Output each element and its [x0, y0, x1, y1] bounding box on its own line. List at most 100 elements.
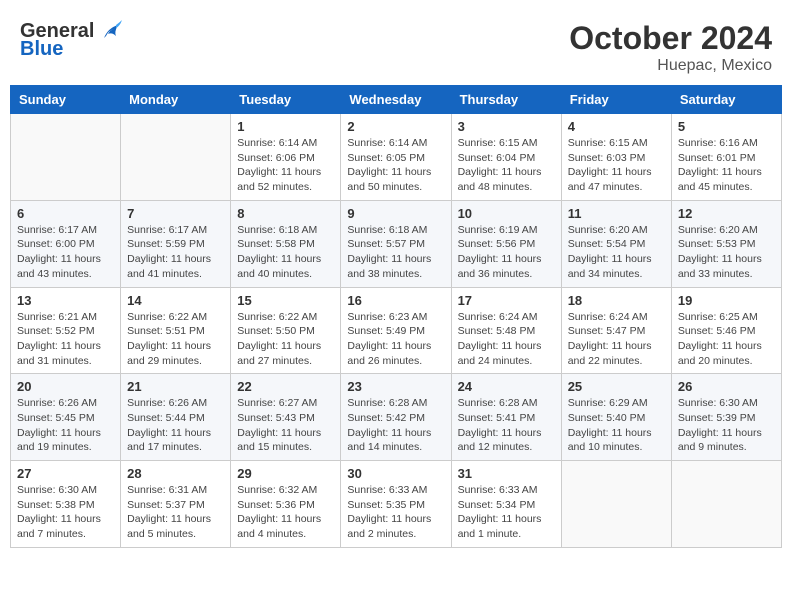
calendar-day-16: 16 Sunrise: 6:23 AM Sunset: 5:49 PM Dayli…: [341, 287, 451, 374]
calendar-day-18: 18 Sunrise: 6:24 AM Sunset: 5:47 PM Dayli…: [561, 287, 671, 374]
day-number: 24: [458, 379, 555, 394]
calendar-day-25: 25 Sunrise: 6:29 AM Sunset: 5:40 PM Dayli…: [561, 374, 671, 461]
calendar-day-3: 3 Sunrise: 6:15 AM Sunset: 6:04 PM Daylig…: [451, 114, 561, 201]
calendar-day-21: 21 Sunrise: 6:26 AM Sunset: 5:44 PM Dayli…: [121, 374, 231, 461]
day-info: Sunrise: 6:18 AM Sunset: 5:58 PM Dayligh…: [237, 223, 334, 282]
day-number: 7: [127, 206, 224, 221]
calendar-day-15: 15 Sunrise: 6:22 AM Sunset: 5:50 PM Dayli…: [231, 287, 341, 374]
day-info: Sunrise: 6:23 AM Sunset: 5:49 PM Dayligh…: [347, 310, 444, 369]
day-info: Sunrise: 6:14 AM Sunset: 6:05 PM Dayligh…: [347, 136, 444, 195]
day-info: Sunrise: 6:24 AM Sunset: 5:48 PM Dayligh…: [458, 310, 555, 369]
calendar-header-row: SundayMondayTuesdayWednesdayThursdayFrid…: [11, 86, 782, 114]
month-title: October 2024: [569, 20, 772, 57]
day-number: 14: [127, 293, 224, 308]
column-header-monday: Monday: [121, 86, 231, 114]
day-number: 25: [568, 379, 665, 394]
calendar-day-7: 7 Sunrise: 6:17 AM Sunset: 5:59 PM Daylig…: [121, 200, 231, 287]
page-header: General Blue October 2024 Huepac, Mexico: [10, 10, 782, 80]
calendar-day-24: 24 Sunrise: 6:28 AM Sunset: 5:41 PM Dayli…: [451, 374, 561, 461]
calendar-day-5: 5 Sunrise: 6:16 AM Sunset: 6:01 PM Daylig…: [671, 114, 781, 201]
column-header-saturday: Saturday: [671, 86, 781, 114]
calendar-day-8: 8 Sunrise: 6:18 AM Sunset: 5:58 PM Daylig…: [231, 200, 341, 287]
day-info: Sunrise: 6:31 AM Sunset: 5:37 PM Dayligh…: [127, 483, 224, 542]
day-number: 17: [458, 293, 555, 308]
day-info: Sunrise: 6:25 AM Sunset: 5:46 PM Dayligh…: [678, 310, 775, 369]
calendar-day-17: 17 Sunrise: 6:24 AM Sunset: 5:48 PM Dayli…: [451, 287, 561, 374]
day-number: 18: [568, 293, 665, 308]
day-number: 28: [127, 466, 224, 481]
location: Huepac, Mexico: [569, 57, 772, 75]
calendar-day-14: 14 Sunrise: 6:22 AM Sunset: 5:51 PM Dayli…: [121, 287, 231, 374]
calendar-day-23: 23 Sunrise: 6:28 AM Sunset: 5:42 PM Dayli…: [341, 374, 451, 461]
day-info: Sunrise: 6:16 AM Sunset: 6:01 PM Dayligh…: [678, 136, 775, 195]
calendar-day-29: 29 Sunrise: 6:32 AM Sunset: 5:36 PM Dayli…: [231, 461, 341, 548]
day-info: Sunrise: 6:20 AM Sunset: 5:53 PM Dayligh…: [678, 223, 775, 282]
day-info: Sunrise: 6:33 AM Sunset: 5:34 PM Dayligh…: [458, 483, 555, 542]
calendar-week-row: 1 Sunrise: 6:14 AM Sunset: 6:06 PM Daylig…: [11, 114, 782, 201]
day-info: Sunrise: 6:32 AM Sunset: 5:36 PM Dayligh…: [237, 483, 334, 542]
calendar-empty-cell: [11, 114, 121, 201]
calendar-day-12: 12 Sunrise: 6:20 AM Sunset: 5:53 PM Dayli…: [671, 200, 781, 287]
day-info: Sunrise: 6:14 AM Sunset: 6:06 PM Dayligh…: [237, 136, 334, 195]
day-number: 12: [678, 206, 775, 221]
day-info: Sunrise: 6:28 AM Sunset: 5:41 PM Dayligh…: [458, 396, 555, 455]
day-number: 15: [237, 293, 334, 308]
calendar-day-22: 22 Sunrise: 6:27 AM Sunset: 5:43 PM Dayli…: [231, 374, 341, 461]
column-header-wednesday: Wednesday: [341, 86, 451, 114]
column-header-sunday: Sunday: [11, 86, 121, 114]
day-info: Sunrise: 6:29 AM Sunset: 5:40 PM Dayligh…: [568, 396, 665, 455]
day-info: Sunrise: 6:26 AM Sunset: 5:45 PM Dayligh…: [17, 396, 114, 455]
day-number: 16: [347, 293, 444, 308]
calendar-day-6: 6Sunrise: 6:17 AM Sunset: 6:00 PM Daylig…: [11, 200, 121, 287]
day-number: 9: [347, 206, 444, 221]
day-number: 21: [127, 379, 224, 394]
calendar-week-row: 6Sunrise: 6:17 AM Sunset: 6:00 PM Daylig…: [11, 200, 782, 287]
day-info: Sunrise: 6:19 AM Sunset: 5:56 PM Dayligh…: [458, 223, 555, 282]
logo-blue-text: Blue: [20, 38, 63, 61]
day-number: 1: [237, 119, 334, 134]
day-number: 23: [347, 379, 444, 394]
day-number: 22: [237, 379, 334, 394]
day-number: 2: [347, 119, 444, 134]
logo-bird-icon: [96, 20, 122, 42]
day-info: Sunrise: 6:26 AM Sunset: 5:44 PM Dayligh…: [127, 396, 224, 455]
title-area: October 2024 Huepac, Mexico: [569, 20, 772, 75]
day-info: Sunrise: 6:17 AM Sunset: 5:59 PM Dayligh…: [127, 223, 224, 282]
column-header-thursday: Thursday: [451, 86, 561, 114]
day-number: 4: [568, 119, 665, 134]
day-number: 11: [568, 206, 665, 221]
calendar-table: SundayMondayTuesdayWednesdayThursdayFrid…: [10, 85, 782, 548]
calendar-day-2: 2 Sunrise: 6:14 AM Sunset: 6:05 PM Daylig…: [341, 114, 451, 201]
calendar-empty-cell: [671, 461, 781, 548]
day-info: Sunrise: 6:24 AM Sunset: 5:47 PM Dayligh…: [568, 310, 665, 369]
column-header-tuesday: Tuesday: [231, 86, 341, 114]
calendar-week-row: 13Sunrise: 6:21 AM Sunset: 5:52 PM Dayli…: [11, 287, 782, 374]
calendar-day-13: 13Sunrise: 6:21 AM Sunset: 5:52 PM Dayli…: [11, 287, 121, 374]
day-info: Sunrise: 6:27 AM Sunset: 5:43 PM Dayligh…: [237, 396, 334, 455]
day-info: Sunrise: 6:22 AM Sunset: 5:50 PM Dayligh…: [237, 310, 334, 369]
day-number: 6: [17, 206, 114, 221]
day-number: 5: [678, 119, 775, 134]
day-number: 30: [347, 466, 444, 481]
calendar-day-4: 4 Sunrise: 6:15 AM Sunset: 6:03 PM Daylig…: [561, 114, 671, 201]
day-number: 19: [678, 293, 775, 308]
day-number: 29: [237, 466, 334, 481]
calendar-day-20: 20Sunrise: 6:26 AM Sunset: 5:45 PM Dayli…: [11, 374, 121, 461]
day-info: Sunrise: 6:18 AM Sunset: 5:57 PM Dayligh…: [347, 223, 444, 282]
day-info: Sunrise: 6:22 AM Sunset: 5:51 PM Dayligh…: [127, 310, 224, 369]
calendar-week-row: 20Sunrise: 6:26 AM Sunset: 5:45 PM Dayli…: [11, 374, 782, 461]
day-number: 3: [458, 119, 555, 134]
day-number: 26: [678, 379, 775, 394]
day-number: 8: [237, 206, 334, 221]
calendar-empty-cell: [121, 114, 231, 201]
day-number: 31: [458, 466, 555, 481]
calendar-day-31: 31 Sunrise: 6:33 AM Sunset: 5:34 PM Dayli…: [451, 461, 561, 548]
day-number: 27: [17, 466, 114, 481]
day-info: Sunrise: 6:28 AM Sunset: 5:42 PM Dayligh…: [347, 396, 444, 455]
calendar-day-27: 27Sunrise: 6:30 AM Sunset: 5:38 PM Dayli…: [11, 461, 121, 548]
day-info: Sunrise: 6:15 AM Sunset: 6:04 PM Dayligh…: [458, 136, 555, 195]
calendar-empty-cell: [561, 461, 671, 548]
day-number: 10: [458, 206, 555, 221]
calendar-day-11: 11Sunrise: 6:20 AM Sunset: 5:54 PM Dayli…: [561, 200, 671, 287]
day-info: Sunrise: 6:15 AM Sunset: 6:03 PM Dayligh…: [568, 136, 665, 195]
